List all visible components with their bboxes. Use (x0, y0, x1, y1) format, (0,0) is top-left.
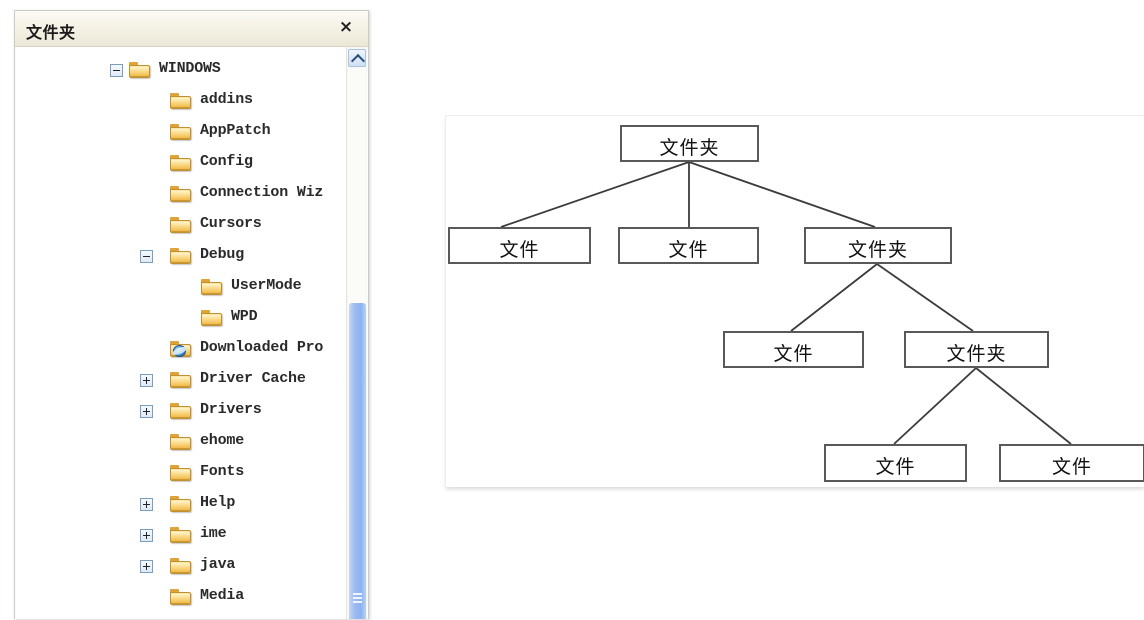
diagram-node-label: 文件 (668, 239, 709, 261)
diagram-node-n1[interactable]: 文件 (448, 227, 591, 264)
diagram-node-n6[interactable]: 文件 (824, 444, 967, 482)
diagram-node-label: 文件夹 (659, 137, 720, 159)
folder-structure-diagram-panel: 文件夹 文件 文件 文件夹 文件 文件夹 文件 文件 (445, 115, 1144, 487)
diagram-edge (790, 263, 878, 332)
diagram-node-label: 文件 (499, 239, 540, 261)
diagram-edges (500, 161, 1072, 445)
diagram-edge (893, 367, 977, 445)
diagram-node-n3[interactable]: 文件夹 (804, 227, 952, 264)
diagram-node-label: 文件 (1051, 456, 1092, 478)
diagram-node-n7[interactable]: 文件 (999, 444, 1144, 482)
diagram-node-n4[interactable]: 文件 (723, 331, 864, 368)
diagram-edge (975, 367, 1072, 445)
diagram-edge (500, 161, 690, 228)
diagram-node-label: 文件夹 (946, 343, 1007, 365)
diagram-edge (688, 161, 876, 228)
diagram-node-label: 文件 (773, 343, 814, 365)
diagram-node-label: 文件夹 (847, 239, 908, 261)
diagram-node-n2[interactable]: 文件 (618, 227, 759, 264)
diagram-node-n5[interactable]: 文件夹 (904, 331, 1049, 368)
diagram-node-label: 文件 (875, 456, 916, 478)
diagram-edge (876, 263, 974, 332)
diagram-node-n0[interactable]: 文件夹 (620, 125, 759, 162)
